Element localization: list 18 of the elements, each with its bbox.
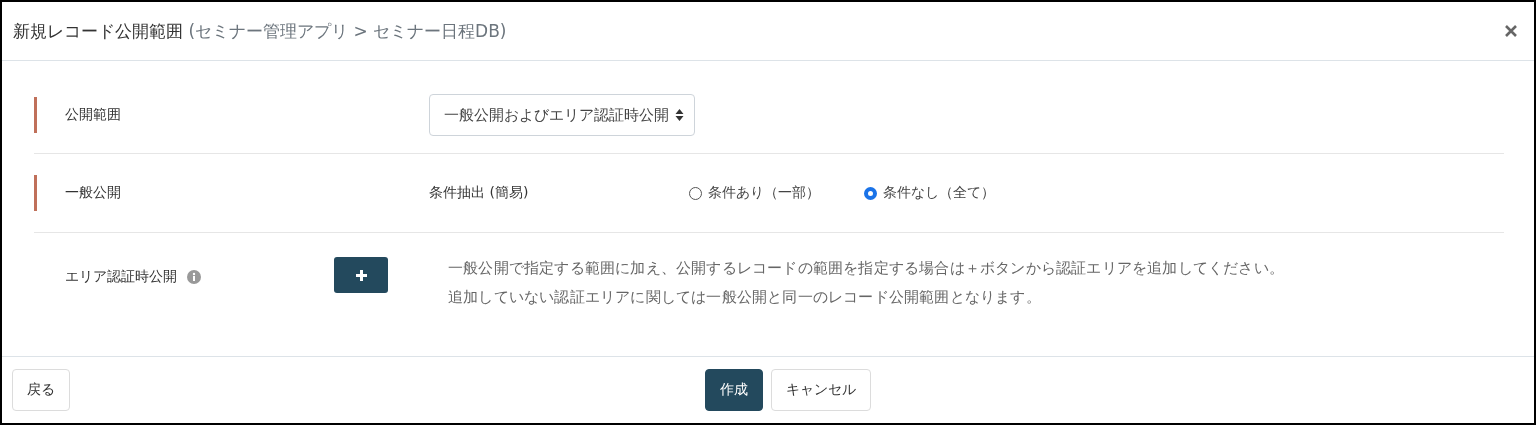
dialog-title: 新規レコード公開範囲 (セミナー管理アプリ > セミナー日程DB)	[13, 19, 507, 43]
info-icon	[187, 270, 201, 284]
back-button[interactable]: 戻る	[12, 369, 70, 411]
field-label: 一般公開	[65, 184, 121, 202]
plus-icon	[355, 269, 367, 281]
cancel-button[interactable]: キャンセル	[771, 369, 871, 411]
sort-caret-icon	[675, 108, 684, 122]
field-label: エリア認証時公開	[65, 268, 177, 286]
help-text: 追加していない認証エリアに関しては一般公開と同一のレコード公開範囲となります。	[448, 288, 1042, 307]
radio-option[interactable]: 条件なし（全て）	[864, 184, 995, 202]
field-label: 条件抽出 (簡易)	[429, 184, 530, 202]
create-button[interactable]: 作成	[705, 369, 763, 411]
add-button[interactable]	[334, 257, 388, 293]
radio-option[interactable]: 条件あり（一部）	[689, 184, 820, 202]
close-icon	[1504, 24, 1518, 38]
scope-select[interactable]: 一般公開およびエリア認証時公開	[429, 94, 695, 136]
help-text: 一般公開で指定する範囲に加え、公開するレコードの範囲を指定する場合は＋ボタンから認証エリアを追加してください。	[448, 259, 1284, 278]
field-label: 公開範囲	[65, 106, 121, 124]
